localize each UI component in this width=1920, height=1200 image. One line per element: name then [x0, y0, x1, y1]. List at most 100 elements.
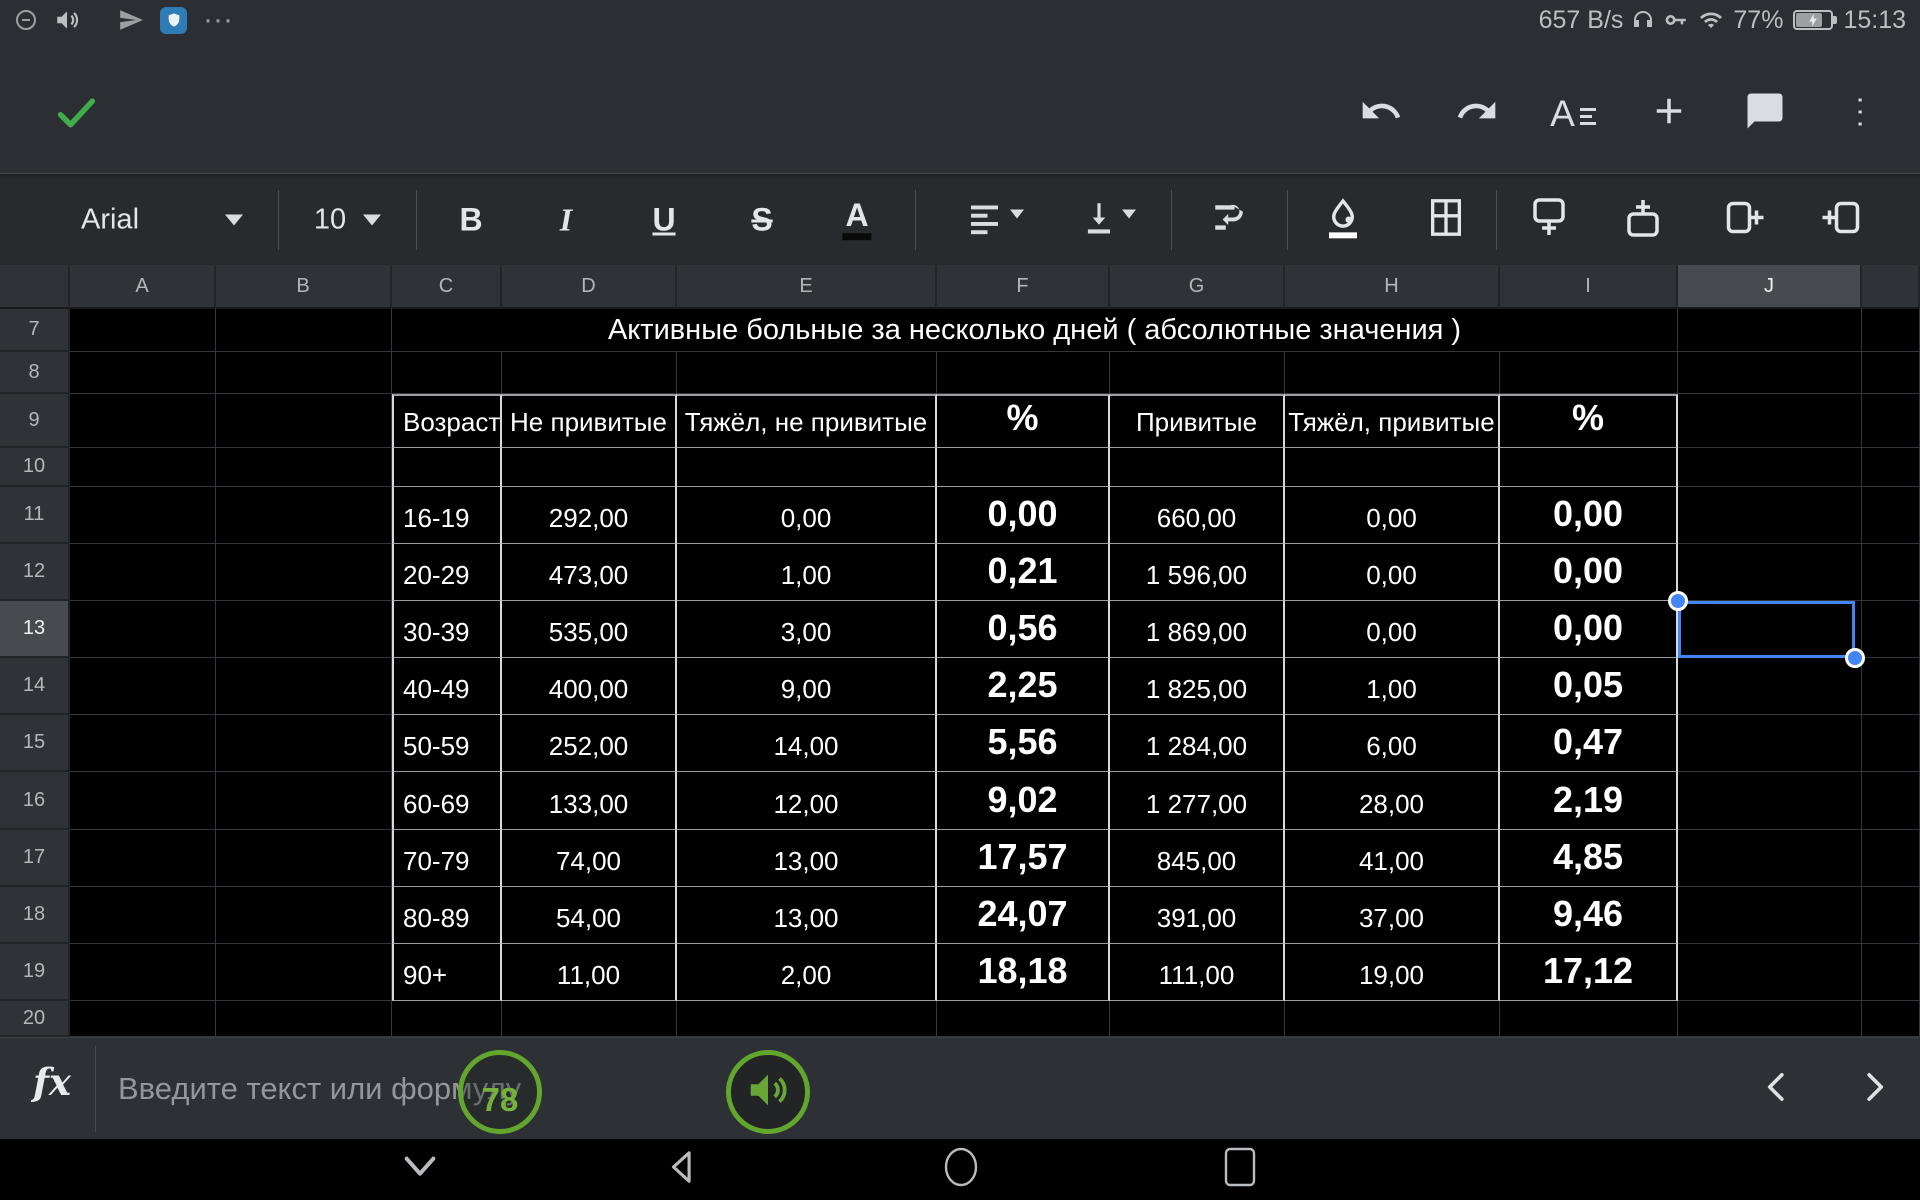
cell-D10[interactable] [502, 448, 677, 487]
cell-D12[interactable]: 473,00 [502, 544, 677, 601]
cell-I14[interactable]: 0,05 [1500, 658, 1678, 715]
cell-I16[interactable]: 2,19 [1500, 772, 1678, 830]
cell-J14[interactable] [1678, 658, 1862, 715]
cell-G16[interactable]: 1 277,00 [1110, 772, 1285, 830]
cell-B11[interactable] [216, 487, 392, 544]
cell-I10[interactable] [1500, 448, 1678, 487]
cell-A12[interactable] [70, 544, 216, 601]
cell-F10[interactable] [937, 448, 1110, 487]
cell-F9[interactable]: % [937, 394, 1110, 448]
cell-F16[interactable]: 9,02 [937, 772, 1110, 830]
cell-K16[interactable] [1862, 772, 1920, 830]
cell-F17[interactable]: 17,57 [937, 830, 1110, 887]
cell-H18[interactable]: 37,00 [1285, 887, 1500, 944]
cell-E16[interactable]: 12,00 [677, 772, 937, 830]
row-header-9[interactable]: 9 [0, 394, 70, 448]
undo-button[interactable] [1356, 86, 1406, 140]
font-name-dropdown[interactable]: Arial [81, 203, 139, 236]
fx-icon[interactable]: fx [26, 1060, 78, 1104]
cell-F19[interactable]: 18,18 [937, 944, 1110, 1001]
cell-H20[interactable] [1285, 1001, 1500, 1037]
cell-E11[interactable]: 0,00 [677, 487, 937, 544]
confirm-button[interactable] [48, 88, 104, 140]
corner-cell[interactable] [0, 265, 70, 309]
cell-B8[interactable] [216, 352, 392, 394]
cell-K10[interactable] [1862, 448, 1920, 487]
insert-column-left-button[interactable] [1723, 196, 1769, 243]
cell-A18[interactable] [70, 887, 216, 944]
selection-handle-top-left[interactable] [1668, 591, 1688, 611]
redo-button[interactable] [1452, 86, 1502, 140]
cell-F11[interactable]: 0,00 [937, 487, 1110, 544]
cell-I15[interactable]: 0,47 [1500, 715, 1678, 772]
cell-E17[interactable]: 13,00 [677, 830, 937, 887]
cell-I19[interactable]: 17,12 [1500, 944, 1678, 1001]
cell-F18[interactable]: 24,07 [937, 887, 1110, 944]
cell-H11[interactable]: 0,00 [1285, 487, 1500, 544]
column-header-C[interactable]: C [392, 265, 502, 309]
cell-I18[interactable]: 9,46 [1500, 887, 1678, 944]
cell-A10[interactable] [70, 448, 216, 487]
cell-J12[interactable] [1678, 544, 1862, 601]
cell-J17[interactable] [1678, 830, 1862, 887]
cell-A19[interactable] [70, 944, 216, 1001]
cell-J15[interactable] [1678, 715, 1862, 772]
column-header-I[interactable]: I [1500, 265, 1678, 309]
cell-K12[interactable] [1862, 544, 1920, 601]
cell-C17[interactable]: 70-79 [392, 830, 502, 887]
cell-D17[interactable]: 74,00 [502, 830, 677, 887]
fill-color-button[interactable] [1322, 194, 1364, 245]
cell-B15[interactable] [216, 715, 392, 772]
selected-cell-outline[interactable] [1678, 601, 1855, 658]
cell-K7[interactable] [1862, 309, 1920, 352]
selection-handle-bottom-right[interactable] [1845, 648, 1865, 668]
cell-G20[interactable] [1110, 1001, 1285, 1037]
cell-J11[interactable] [1678, 487, 1862, 544]
row-header-15[interactable]: 15 [0, 715, 70, 772]
cell-K14[interactable] [1862, 658, 1920, 715]
column-header-E[interactable]: E [677, 265, 937, 309]
cell-D19[interactable]: 11,00 [502, 944, 677, 1001]
comments-button[interactable] [1740, 86, 1790, 140]
row-header-19[interactable]: 19 [0, 944, 70, 1001]
borders-button[interactable] [1426, 195, 1466, 244]
cell-G12[interactable]: 1 596,00 [1110, 544, 1285, 601]
column-header-F[interactable]: F [937, 265, 1110, 309]
cell-E10[interactable] [677, 448, 937, 487]
cell-A13[interactable] [70, 601, 216, 658]
cell-A16[interactable] [70, 772, 216, 830]
recents-button[interactable] [1205, 1142, 1275, 1198]
cell-K15[interactable] [1862, 715, 1920, 772]
cell-K11[interactable] [1862, 487, 1920, 544]
cell-H10[interactable] [1285, 448, 1500, 487]
vertical-align-button[interactable] [1080, 198, 1136, 241]
hide-keyboard-button[interactable] [385, 1142, 455, 1198]
underline-button[interactable]: U [652, 201, 675, 238]
cell-K13[interactable] [1862, 601, 1920, 658]
row-header-17[interactable]: 17 [0, 830, 70, 887]
cell-D16[interactable]: 133,00 [502, 772, 677, 830]
cell-H9[interactable]: Тяжёл, привитые [1285, 394, 1500, 448]
cell-E20[interactable] [677, 1001, 937, 1037]
cell-G13[interactable]: 1 869,00 [1110, 601, 1285, 658]
cell-J18[interactable] [1678, 887, 1862, 944]
cell-D13[interactable]: 535,00 [502, 601, 677, 658]
next-cell-button[interactable] [1852, 1067, 1896, 1111]
cell-B20[interactable] [216, 1001, 392, 1037]
cell-C13[interactable]: 30-39 [392, 601, 502, 658]
text-color-button[interactable]: A [842, 199, 871, 241]
cell-G15[interactable]: 1 284,00 [1110, 715, 1285, 772]
formula-input[interactable] [118, 1038, 1118, 1140]
overflow-menu-button[interactable]: ··· [1836, 86, 1886, 140]
strikethrough-button[interactable]: S [751, 201, 772, 238]
cell-I9[interactable]: % [1500, 394, 1678, 448]
row-header-11[interactable]: 11 [0, 487, 70, 544]
column-header-D[interactable]: D [502, 265, 677, 309]
cell-A14[interactable] [70, 658, 216, 715]
cell-E9[interactable]: Тяжёл, не привитые [677, 394, 937, 448]
cell-K9[interactable] [1862, 394, 1920, 448]
font-size-caret-icon[interactable] [363, 214, 381, 225]
insert-column-right-button[interactable] [1817, 196, 1863, 243]
cell-G17[interactable]: 845,00 [1110, 830, 1285, 887]
cell-H8[interactable] [1285, 352, 1500, 394]
